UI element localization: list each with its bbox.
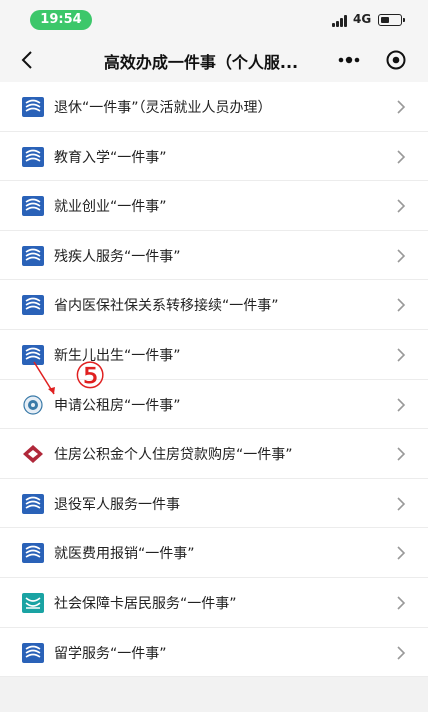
list-item-label: 就医费用报销“一件事” (54, 546, 195, 563)
page-title: 高效办成一件事（个人服... (103, 53, 299, 72)
housing-seal-icon (23, 394, 43, 415)
list-item-label: 申请公租房“一件事” (54, 397, 181, 414)
app-frame: 19:54 4G 高效办成一件事（个人服... 退休“一件事”（灵活就业人员办理… (0, 0, 428, 712)
chevron-right-icon (397, 100, 406, 114)
close-miniprogram-icon[interactable] (384, 48, 408, 72)
list-item[interactable]: 就业创业“一件事” (0, 181, 428, 231)
list-item[interactable]: 省内医保社保关系转移接续“一件事” (0, 280, 428, 330)
list-item-label: 留学服务“一件事” (54, 645, 167, 662)
list-item-label: 就业创业“一件事” (54, 199, 167, 216)
list-item[interactable]: 教育入学“一件事” (0, 132, 428, 182)
list-item[interactable]: 住房公积金个人住房贷款购房“一件事” (0, 429, 428, 479)
list-item[interactable]: 残疾人服务“一件事” (0, 231, 428, 281)
status-bar: 19:54 4G (0, 0, 428, 40)
list-item-label: 残疾人服务“一件事” (54, 248, 181, 265)
list-item[interactable]: 退休“一件事”（灵活就业人员办理） (0, 82, 428, 132)
list-item-label: 教育入学“一件事” (54, 149, 167, 166)
list-item-label: 退役军人服务一件事 (54, 496, 180, 513)
list-item-label: 退休“一件事”（灵活就业人员办理） (54, 100, 272, 116)
list-item[interactable]: 留学服务“一件事” (0, 628, 428, 678)
chevron-right-icon (397, 497, 406, 511)
list-item[interactable]: 退役军人服务一件事 (0, 479, 428, 529)
social-card-icon (22, 592, 44, 613)
hrss-logo-icon (22, 146, 44, 167)
list-item-label: 省内医保社保关系转移接续“一件事” (54, 298, 279, 315)
hrss-logo-icon (22, 493, 44, 514)
chevron-right-icon (397, 447, 406, 461)
hrss-logo-icon (22, 543, 44, 564)
service-list: 退休“一件事”（灵活就业人员办理） 教育入学“一件事” 就业创业“一件事” 残疾人服务… (0, 82, 428, 678)
list-item-label: 新生儿出生“一件事” (54, 347, 181, 364)
list-item-label: 社会保障卡居民服务“一件事” (54, 595, 237, 612)
list-item-label: 住房公积金个人住房贷款购房“一件事” (54, 447, 293, 464)
status-time: 19:54 (30, 10, 92, 30)
list-item[interactable]: 社会保障卡居民服务“一件事” (0, 578, 428, 628)
list-item[interactable]: 就医费用报销“一件事” (0, 528, 428, 578)
hrss-logo-icon (22, 196, 44, 217)
hrss-logo-icon (22, 97, 44, 117)
more-options-icon[interactable] (336, 50, 362, 70)
chevron-right-icon (397, 348, 406, 362)
battery-icon (378, 14, 405, 26)
chevron-right-icon (397, 298, 406, 312)
chevron-right-icon (397, 596, 406, 610)
hrss-logo-icon (22, 295, 44, 316)
bottom-spacer (0, 679, 428, 712)
chevron-right-icon (397, 199, 406, 213)
chevron-right-icon (397, 546, 406, 560)
chevron-right-icon (397, 150, 406, 164)
hrss-logo-icon (22, 245, 44, 266)
chevron-right-icon (397, 397, 406, 412)
signal-icon (332, 15, 350, 27)
network-type: 4G (353, 12, 372, 26)
hrss-logo-icon (22, 344, 44, 365)
chevron-right-icon (397, 645, 406, 660)
housing-fund-icon (23, 445, 43, 464)
hrss-logo-icon (22, 642, 44, 663)
list-item[interactable]: 新生儿出生“一件事” (0, 330, 428, 380)
chevron-right-icon (397, 249, 406, 263)
navigation-bar: 高效办成一件事（个人服... (0, 40, 428, 82)
back-arrow-icon[interactable] (16, 48, 40, 72)
list-item[interactable]: 申请公租房“一件事” (0, 380, 428, 430)
